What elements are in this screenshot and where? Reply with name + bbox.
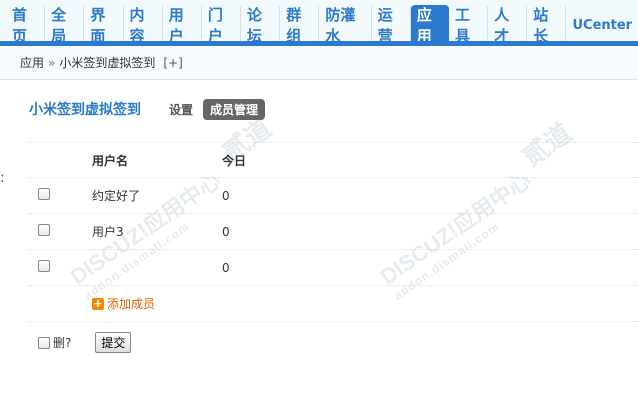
table-row: 用户3 0	[28, 214, 638, 250]
nav-tab-safe[interactable]: 防灌水	[319, 6, 372, 45]
row-checkbox[interactable]	[38, 260, 50, 272]
plus-icon: +	[92, 296, 104, 310]
top-nav: 首页 全局 界面 内容 用户 门户 论坛 群组 防灌水 运营 应用 工具 人才 …	[0, 0, 638, 46]
nav-tab-plugin[interactable]: 应用	[410, 5, 449, 45]
row-username: 约定好了	[92, 189, 141, 203]
nav-tab-portal[interactable]: 门户	[202, 6, 242, 45]
nav-tab-style[interactable]: 界面	[84, 6, 124, 45]
delete-checkbox[interactable]	[38, 336, 50, 349]
delete-label: 删?	[53, 336, 72, 350]
page-header: 小米签到虚拟签到 设置 成员管理	[29, 98, 266, 120]
add-member-row: + 添加成员	[28, 286, 638, 322]
nav-tab-extended[interactable]: 运营	[372, 6, 411, 45]
breadcrumb: 应用 » 小米签到虚拟签到 [+]	[0, 46, 638, 80]
row-today-count: 0	[222, 188, 230, 203]
add-member-label: 添加成员	[107, 297, 156, 311]
breadcrumb-root[interactable]: 应用	[20, 54, 44, 71]
row-checkbox[interactable]	[38, 188, 50, 200]
row-checkbox[interactable]	[38, 224, 50, 236]
table-row: 0	[28, 250, 638, 286]
nav-tabs: 首页 全局 界面 内容 用户 门户 论坛 群组 防灌水 运营 应用 工具 人才 …	[6, 0, 638, 45]
column-header-username: 用户名	[92, 153, 129, 168]
nav-tab-user[interactable]: 用户	[163, 6, 202, 45]
row-username: 用户3	[92, 225, 124, 239]
tab-member-manage[interactable]: 成员管理	[203, 98, 266, 120]
member-table: 用户名 今日 约定好了 0 用户3 0 0 + 添加成员	[28, 142, 638, 322]
row-today-count: 0	[222, 224, 230, 239]
left-edge-marker: :	[0, 170, 5, 186]
nav-tab-talent[interactable]: 人才	[488, 6, 528, 45]
breadcrumb-separator: »	[48, 55, 56, 70]
nav-tab-tools[interactable]: 工具	[449, 6, 489, 45]
nav-tab-ucenter[interactable]: UCenter	[566, 6, 638, 44]
row-today-count: 0	[222, 260, 230, 275]
submit-button[interactable]: 提交	[95, 332, 132, 353]
page-title: 小米签到虚拟签到	[29, 102, 141, 118]
breadcrumb-current: 小米签到虚拟签到	[59, 56, 156, 70]
tab-settings[interactable]: 设置	[169, 101, 193, 118]
nav-tab-group[interactable]: 群组	[280, 6, 320, 45]
table-row: 约定好了 0	[28, 178, 638, 214]
nav-tab-content[interactable]: 内容	[124, 6, 163, 45]
column-header-today: 今日	[222, 153, 247, 168]
form-footer: 删? 提交	[38, 332, 132, 353]
nav-tab-home[interactable]: 首页	[6, 6, 46, 45]
add-member-link[interactable]: + 添加成员	[92, 295, 222, 312]
table-header-row: 用户名 今日	[28, 142, 638, 178]
nav-tab-forum[interactable]: 论坛	[241, 6, 281, 45]
nav-tab-founder[interactable]: 站长	[527, 6, 567, 45]
add-shortcut-button[interactable]: [+]	[163, 56, 182, 70]
nav-tab-global[interactable]: 全局	[45, 6, 85, 45]
